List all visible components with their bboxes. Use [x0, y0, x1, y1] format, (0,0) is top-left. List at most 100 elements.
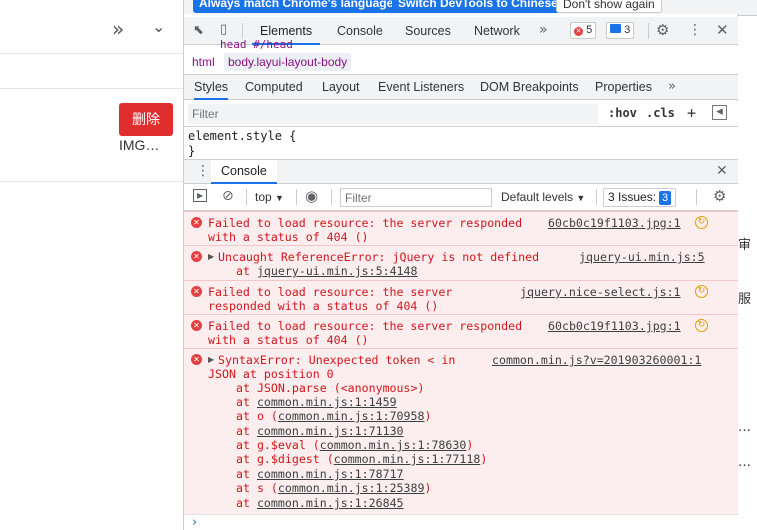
chevron-down-icon[interactable]: ⌄ [152, 17, 165, 36]
element-style-rule-open[interactable]: element.style { [188, 129, 296, 143]
message-count-badge[interactable]: 3 [606, 22, 635, 39]
stack-link[interactable]: common.min.js:1:25389 [278, 481, 425, 495]
console-toolbar: ▸ ⊘ top ▼ ◉ Default levels ▼ 3 Issues:3 … [184, 184, 738, 211]
stack-prefix: at [236, 264, 257, 278]
stack-frame: at JSON.parse (<anonymous>) [236, 381, 424, 395]
webpage-panel: » ⌄ 删除 IMG… [0, 0, 183, 530]
stack-frame: at o (common.min.js:1:70958) [236, 409, 431, 423]
stack-link[interactable]: common.min.js:1:71130 [257, 424, 404, 438]
hover-state-toggle[interactable]: :hov [608, 106, 637, 120]
drawer-menu-icon[interactable]: ⋮ [196, 163, 210, 179]
error-count: 5 [586, 24, 593, 36]
drawer-tab-console[interactable]: Console [211, 160, 277, 184]
toolbar-separator [242, 23, 243, 39]
tab-event-listeners[interactable]: Event Listeners [378, 75, 464, 100]
error-icon: ✕ [191, 286, 202, 297]
inspect-element-icon[interactable]: ⬉ [193, 23, 204, 38]
stack-link[interactable]: common.min.js:1:78630 [320, 438, 467, 452]
dom-tree-partial-line: head #/head [220, 38, 293, 51]
breadcrumb-item-html[interactable]: html [188, 53, 219, 71]
expand-triangle-icon[interactable]: ▶ [208, 355, 214, 364]
stack-link[interactable]: jquery-ui.min.js:5:4148 [257, 264, 418, 278]
breadcrumb-item-body[interactable]: body.layui-layout-body [224, 53, 352, 71]
device-toolbar-icon[interactable]: ▯ [220, 22, 227, 37]
stack-link[interactable]: common.min.js:1:70958 [278, 409, 425, 423]
source-link[interactable]: jquery-ui.min.js:5 [579, 250, 705, 264]
styles-subtabs: Styles Computed Layout Event Listeners D… [184, 75, 738, 100]
strip-top-block [738, 0, 757, 16]
message-text: SyntaxError: Unexpected token < in [218, 353, 456, 367]
message-text: JSON at position 0 [208, 367, 334, 381]
tab-computed[interactable]: Computed [245, 75, 303, 100]
console-prompt[interactable]: › [184, 514, 738, 530]
message-text: Uncaught ReferenceError: jQuery is not d… [218, 250, 540, 264]
context-selector[interactable]: top ▼ [255, 190, 284, 204]
toggle-sidebar-icon[interactable]: ◂ [712, 105, 727, 120]
strip-char: 审 [738, 238, 752, 253]
always-match-language-button[interactable]: Always match Chrome's language [193, 0, 400, 13]
tab-styles[interactable]: Styles [194, 75, 229, 100]
network-request-icon[interactable]: ↻ [695, 319, 708, 332]
stack-suffix: ) [466, 438, 474, 452]
source-link[interactable]: 60cb0c19f1103.jpg:1 [548, 319, 681, 333]
network-request-icon[interactable]: ↻ [695, 216, 708, 229]
tab-network[interactable]: Network [474, 17, 520, 45]
settings-gear-icon[interactable]: ⚙ [656, 21, 669, 39]
log-levels-dropdown[interactable]: Default levels ▼ [501, 190, 585, 204]
error-icon: ✕ [191, 320, 202, 331]
add-rule-button[interactable]: + [687, 104, 696, 122]
stack-prefix: at [236, 424, 257, 438]
message-text: Failed to load resource: the server resp… [208, 216, 523, 230]
toolbar-separator [296, 189, 297, 205]
error-count-badge[interactable]: ✕ 5 [570, 22, 597, 39]
tab-console[interactable]: Console [337, 17, 383, 45]
stack-link[interactable]: common.min.js:1:78717 [257, 467, 404, 481]
clear-console-icon[interactable]: ⊘ [222, 188, 234, 204]
kebab-menu-icon[interactable]: ⋮ [688, 22, 702, 38]
styles-filter-row: :hov .cls + ◂ [184, 101, 738, 127]
issues-count: 3 [659, 191, 672, 205]
stack-suffix: ) [424, 481, 432, 495]
stack-link[interactable]: common.min.js:1:26845 [257, 496, 404, 510]
toolbar-separator [246, 189, 247, 205]
strip-char: 服 [738, 292, 752, 307]
tab-layout[interactable]: Layout [322, 75, 360, 100]
image-name-label: IMG… [119, 137, 160, 153]
issues-button[interactable]: 3 Issues: 3 [603, 188, 677, 207]
show-sidebar-icon[interactable]: ▸ [193, 189, 207, 202]
context-value: top [255, 190, 272, 204]
console-settings-gear-icon[interactable]: ⚙ [713, 187, 726, 205]
source-link[interactable]: jquery.nice-select.js:1 [520, 285, 681, 299]
close-drawer-icon[interactable]: ✕ [716, 163, 728, 179]
close-devtools-icon[interactable]: ✕ [716, 21, 729, 39]
more-tabs-icon[interactable]: » [112, 17, 124, 41]
delete-button[interactable]: 删除 [119, 103, 173, 136]
class-toggle[interactable]: .cls [646, 106, 675, 120]
dont-show-again-button[interactable]: Don't show again [556, 0, 662, 13]
switch-to-chinese-button[interactable]: Switch DevTools to Chinese [392, 0, 564, 13]
styles-filter-input[interactable] [188, 104, 598, 124]
page-divider [0, 181, 183, 182]
stack-prefix: at [236, 395, 257, 409]
live-expression-eye-icon[interactable]: ◉ [305, 187, 318, 205]
page-divider [0, 88, 183, 89]
tab-dom-breakpoints[interactable]: DOM Breakpoints [480, 75, 579, 100]
toolbar-separator [696, 189, 697, 205]
error-icon: ✕ [574, 27, 583, 36]
more-tabs-icon[interactable]: » [539, 22, 548, 38]
stack-prefix: at [236, 467, 257, 481]
breadcrumb: head #/head html body.layui-layout-body [184, 38, 738, 75]
source-link[interactable]: 60cb0c19f1103.jpg:1 [548, 216, 681, 230]
expand-triangle-icon[interactable]: ▶ [208, 252, 214, 261]
network-request-icon[interactable]: ↻ [695, 285, 708, 298]
stack-link[interactable]: common.min.js:1:77118 [334, 452, 481, 466]
error-icon: ✕ [191, 251, 202, 262]
stack-link[interactable]: common.min.js:1:1459 [257, 395, 397, 409]
more-subtabs-icon[interactable]: » [668, 79, 676, 94]
console-filter-input[interactable] [340, 188, 492, 207]
message-text: Failed to load resource: the server resp… [208, 319, 523, 333]
source-link[interactable]: common.min.js?v=201903260001:1 [492, 353, 701, 367]
tab-sources[interactable]: Sources [405, 17, 451, 45]
error-icon: ✕ [191, 354, 202, 365]
tab-properties[interactable]: Properties [595, 75, 652, 100]
